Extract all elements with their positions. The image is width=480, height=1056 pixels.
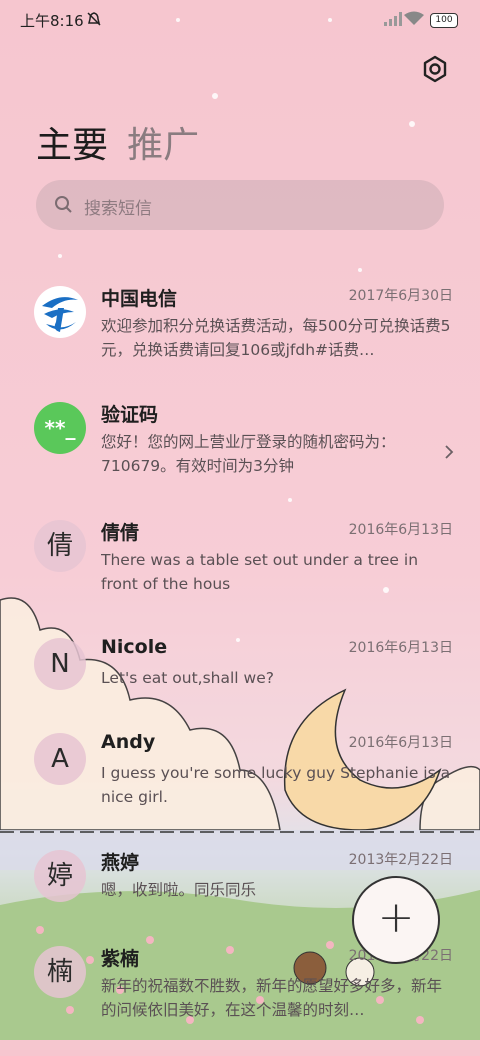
chevron-right-icon	[445, 445, 454, 459]
settings-gear-icon[interactable]	[420, 54, 450, 84]
plus-icon: +	[377, 892, 415, 943]
telecom-logo-avatar	[34, 286, 86, 338]
tab-bar: 主要 推广	[36, 116, 213, 168]
contact-name: Nicole	[101, 636, 168, 658]
message-preview: 欢迎参加积分兑换话费活动，每500分可兑换话费5元，兑换话费请回复106或jfd…	[101, 317, 451, 359]
conversation-row[interactable]: 倩 倩倩 2016年6月13日 There was a table set ou…	[0, 520, 480, 630]
conversation-row[interactable]: A Andy 2016年6月13日 I guess you're some lu…	[0, 731, 480, 843]
status-bar: 上午8:16 100	[0, 0, 480, 40]
verification-code-avatar: **_	[34, 402, 86, 454]
tab-promotions[interactable]: 推广	[127, 125, 199, 166]
cellular-signal-icon	[384, 12, 402, 26]
message-preview: I guess you're some lucky guy Stephanie …	[101, 764, 451, 806]
status-time: 上午8:16	[20, 12, 84, 30]
search-bar[interactable]: 搜索短信	[36, 180, 444, 230]
avatar: 楠	[34, 946, 86, 998]
message-date: 2016年6月13日	[348, 640, 453, 656]
tab-primary[interactable]: 主要	[36, 125, 108, 166]
search-icon	[55, 196, 72, 213]
message-date: 2016年6月13日	[348, 735, 453, 751]
avatar: N	[34, 638, 86, 690]
battery-indicator: 100	[430, 13, 458, 28]
conversation-row[interactable]: **_ 验证码 您好！您的网上营业厅登录的随机密码为：710679。有效时间为3…	[0, 402, 480, 512]
china-telecom-logo-icon	[35, 287, 85, 337]
avatar: 婷	[34, 850, 86, 902]
message-date: 2017年6月30日	[348, 288, 453, 304]
bell-muted-icon	[87, 12, 101, 26]
search-placeholder: 搜索短信	[84, 199, 152, 219]
conversation-row[interactable]: 中国电信 2017年6月30日 欢迎参加积分兑换话费活动，每500分可兑换话费5…	[0, 286, 480, 396]
contact-name: 中国电信	[101, 288, 178, 310]
message-date: 2013年2月22日	[348, 852, 453, 868]
new-message-button[interactable]: +	[352, 876, 440, 964]
avatar: 倩	[34, 520, 86, 572]
message-date: 2016年6月13日	[348, 522, 453, 538]
message-preview: Let's eat out,shall we?	[101, 669, 274, 687]
contact-name: 倩倩	[101, 522, 140, 544]
message-preview: There was a table set out under a tree i…	[101, 551, 419, 593]
contact-name: 燕婷	[101, 852, 140, 874]
wifi-icon	[404, 11, 424, 25]
contact-name: 验证码	[101, 404, 159, 426]
contact-name: Andy	[101, 731, 156, 753]
message-preview: 您好！您的网上营业厅登录的随机密码为：710679。有效时间为3分钟	[101, 433, 396, 475]
avatar: A	[34, 733, 86, 785]
message-preview: 新年的祝福数不胜数，新年的愿望好多好多，新年的问候依旧美好，在这个温馨的时刻…	[101, 977, 443, 1019]
contact-name: 紫楠	[101, 948, 140, 970]
